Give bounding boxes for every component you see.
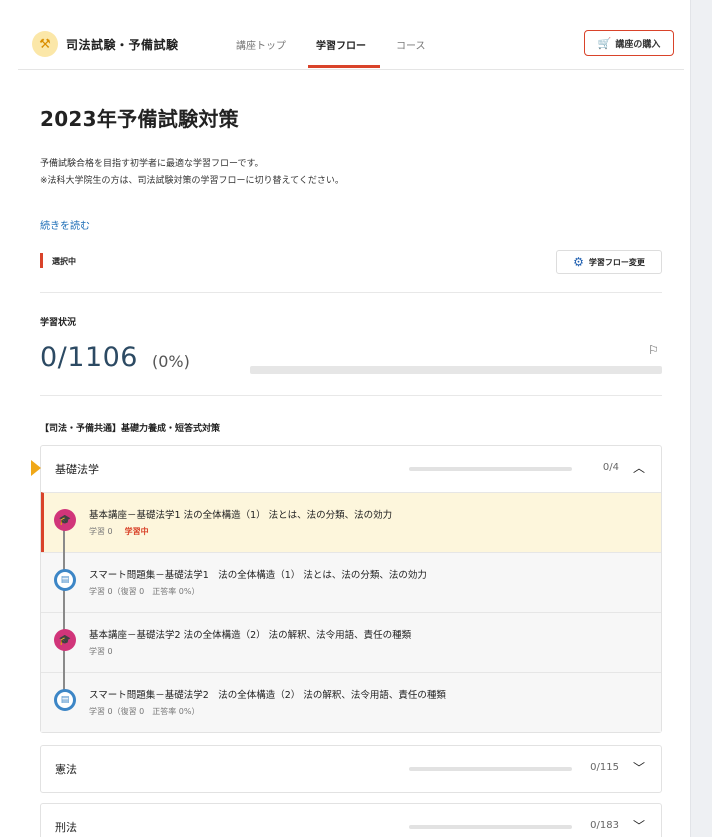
accordion-count: 0/183 xyxy=(590,820,619,831)
lesson-title: スマート問題集－基礎法学2 法の全体構造（2） 法の解釈、法令用語、責任の種類 xyxy=(89,690,446,701)
divider xyxy=(40,292,662,293)
chevron-down-icon[interactable]: ﹀ xyxy=(633,817,645,834)
subject-accordion-kiso-hogaku: 基礎法学 0/4 ︿ 🎓 基本講座－基礎法学1 法の全体構造（1） 法とは、法の… xyxy=(31,445,662,733)
description-line-1: 予備試験合格を目指す初学者に最適な学習フローです。 xyxy=(40,159,264,169)
accordion-header[interactable]: 憲法 0/115 ﹀ xyxy=(41,746,661,792)
accordion-progress-bar xyxy=(409,825,572,829)
page-title: 2023年予備試験対策 xyxy=(40,107,239,131)
divider xyxy=(40,395,662,396)
lesson-item[interactable]: 🎓 基本講座－基礎法学1 法の全体構造（1） 法とは、法の分類、法の効力 学習 … xyxy=(41,492,661,552)
accordion-progress-bar xyxy=(409,767,572,771)
cart-icon: 🛒 xyxy=(597,36,612,50)
lesson-item[interactable]: 🎓 基本講座－基礎法学2 法の全体構造（2） 法の解釈、法令用語、責任の種類 学… xyxy=(41,612,661,672)
lesson-item[interactable]: ▤ スマート問題集－基礎法学1 法の全体構造（1） 法とは、法の分類、法の効力 … xyxy=(41,552,661,612)
learning-status-label: 学習状況 xyxy=(40,318,77,328)
top-navigation-bar: ⚒ 司法試験・予備試験 講座トップ 学習フロー コース 🛒 講座の購入 xyxy=(18,18,684,70)
accordion-title: 基礎法学 xyxy=(55,463,99,476)
lesson-title: 基本講座－基礎法学1 法の全体構造（1） 法とは、法の分類、法の効力 xyxy=(89,510,393,521)
current-position-marker-icon xyxy=(31,460,41,476)
lesson-meta: 学習 0 学習中 xyxy=(89,526,149,537)
lesson-timeline-line xyxy=(63,514,65,699)
hammer-icon: ⚒ xyxy=(32,31,58,57)
lecture-video-icon: 🎓 xyxy=(54,509,76,531)
lesson-item[interactable]: ▤ スマート問題集－基礎法学2 法の全体構造（2） 法の解釈、法令用語、責任の種… xyxy=(41,672,661,732)
read-more-link[interactable]: 続きを読む xyxy=(40,217,90,232)
lesson-meta: 学習 0 xyxy=(89,647,113,656)
lesson-status-badge: 学習中 xyxy=(124,527,149,536)
document-icon: ▤ xyxy=(54,689,76,711)
selected-label: 選択中 xyxy=(52,257,76,266)
overall-progress-percent: (0%) xyxy=(152,352,190,371)
chevron-up-icon[interactable]: ︿ xyxy=(633,459,645,476)
subject-accordion-kenpo[interactable]: 憲法 0/115 ﹀ xyxy=(40,745,662,793)
lesson-title: 基本講座－基礎法学2 法の全体構造（2） 法の解釈、法令用語、責任の種類 xyxy=(89,630,412,641)
accordion-header[interactable]: 刑法 0/183 ﹀ xyxy=(41,804,661,837)
flow-description: 予備試験合格を目指す初学者に最適な学習フローです。 ※法科大学院生の方は、司法試… xyxy=(40,156,344,190)
lesson-meta: 学習 0（復習 0 正答率 0%） xyxy=(89,587,200,596)
lesson-meta-text: 学習 0 xyxy=(89,527,113,536)
section-title: 【司法・予備共通】基礎力養成・短答式対策 xyxy=(40,424,221,434)
tab-learning-flow[interactable]: 学習フロー xyxy=(316,37,366,52)
document-icon: ▤ xyxy=(54,569,76,591)
lesson-title: スマート問題集－基礎法学1 法の全体構造（1） 法とは、法の分類、法の効力 xyxy=(89,570,427,581)
lecture-video-icon: 🎓 xyxy=(54,629,76,651)
purchase-course-button[interactable]: 🛒 講座の購入 xyxy=(584,30,674,56)
selected-indicator xyxy=(40,253,43,268)
description-line-2: ※法科大学院生の方は、司法試験対策の学習フローに切り替えてください。 xyxy=(40,176,344,186)
tab-course-top[interactable]: 講座トップ xyxy=(236,37,286,52)
scrollbar-rail[interactable] xyxy=(690,0,712,837)
brand-title[interactable]: 司法試験・予備試験 xyxy=(66,36,179,53)
overall-progress-count: 0/1106 xyxy=(40,342,138,373)
lesson-meta: 学習 0（復習 0 正答率 0%） xyxy=(89,707,200,716)
overall-progress-bar xyxy=(250,366,662,374)
accordion-count: 0/115 xyxy=(590,762,619,773)
purchase-course-label: 講座の購入 xyxy=(615,39,661,50)
accordion-header[interactable]: 基礎法学 0/4 ︿ xyxy=(31,446,661,492)
accordion-title: 刑法 xyxy=(55,821,77,834)
accordion-count: 0/4 xyxy=(602,462,619,473)
gear-icon: ⚙ xyxy=(573,255,584,269)
subject-accordion-keiho[interactable]: 刑法 0/183 ﹀ xyxy=(40,803,662,837)
accordion-progress-bar xyxy=(409,467,572,471)
accordion-title: 憲法 xyxy=(55,763,77,776)
chevron-down-icon[interactable]: ﹀ xyxy=(633,759,645,776)
flag-icon: ⚐ xyxy=(648,343,659,357)
tab-course[interactable]: コース xyxy=(396,37,426,52)
change-learning-flow-button[interactable]: ⚙ 学習フロー変更 xyxy=(556,250,662,274)
change-learning-flow-label: 学習フロー変更 xyxy=(588,257,645,267)
active-tab-indicator xyxy=(308,65,380,68)
